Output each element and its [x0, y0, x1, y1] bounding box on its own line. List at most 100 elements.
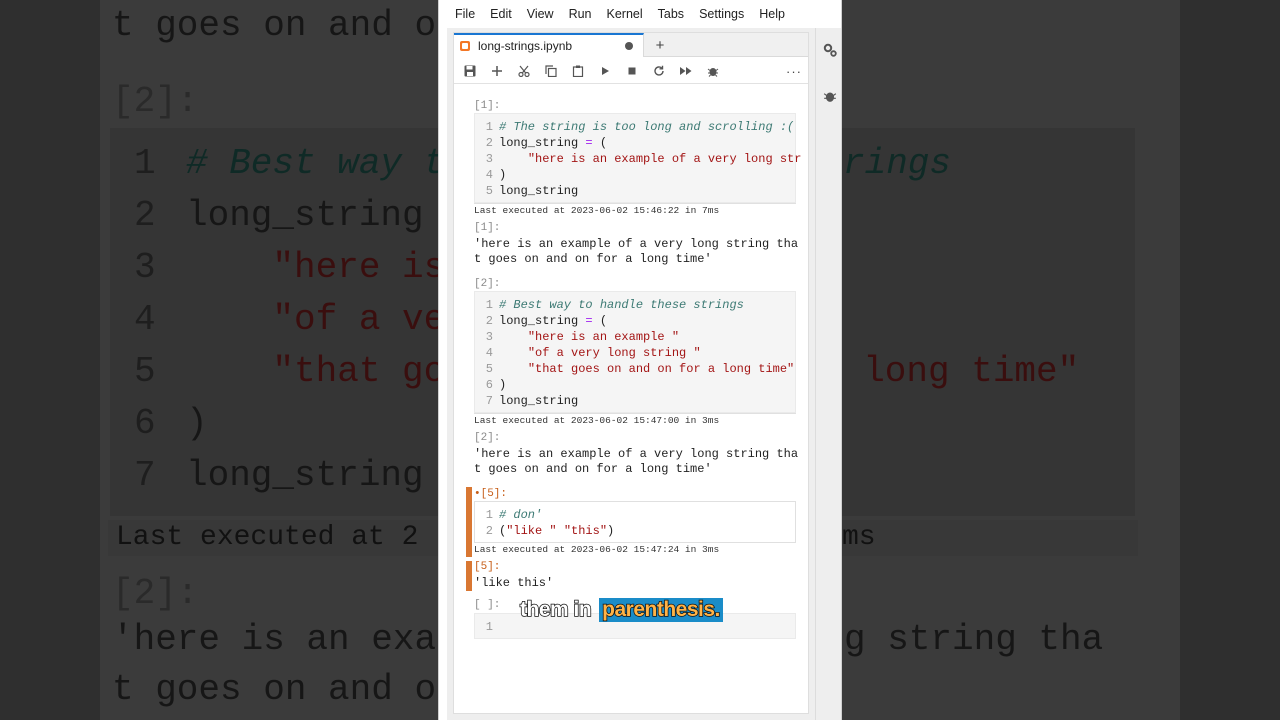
code-token: # don'	[499, 508, 543, 522]
code-line: 2 long_string = (	[475, 135, 607, 151]
background-output-line1-left: 'here is an exa	[112, 619, 437, 660]
menu-settings[interactable]: Settings	[699, 7, 744, 21]
code-token: long_string	[499, 184, 579, 198]
code-token: )	[607, 524, 615, 538]
cell-output-prompt: [5]:	[474, 561, 501, 573]
code-line: 1 # Best way to handle these strings	[475, 297, 744, 313]
code-editor[interactable]: 1 # Best way to handle these strings 2 long…	[474, 291, 796, 413]
line-number: 1	[485, 298, 493, 312]
code-line: 1 # The string is too long and scrolling …	[475, 119, 794, 135]
background-line-number: 5	[134, 351, 156, 392]
debug-icon	[707, 68, 719, 77]
add-cell-button[interactable]	[488, 62, 506, 80]
background-top-line: t goes on and o	[112, 5, 437, 46]
copy-button[interactable]	[542, 62, 560, 80]
stop-icon	[628, 67, 636, 75]
active-output-indicator	[466, 561, 472, 591]
debug-button[interactable]	[704, 62, 722, 80]
gears-icon	[823, 43, 837, 57]
background-line-number: 3	[134, 247, 156, 288]
code-line: 6)	[475, 377, 506, 393]
background-line-number: 7	[134, 455, 156, 496]
background-out-prompt: [2]:	[112, 573, 199, 614]
background-code-text: long_string	[186, 455, 424, 496]
background-code-text: long_string	[186, 195, 424, 236]
new-tab-button[interactable]: +	[650, 35, 670, 55]
code-token: "of a very long string "	[527, 346, 701, 360]
line-number: 3	[485, 330, 493, 344]
menu-run[interactable]: Run	[569, 7, 592, 21]
line-number: 5	[485, 362, 493, 376]
code-line: 7 long_string	[475, 393, 578, 409]
background-left-edge	[0, 0, 100, 720]
caption-highlight: parenthesis.	[599, 597, 723, 622]
line-number: 4	[485, 346, 493, 360]
run-all-button[interactable]	[677, 62, 695, 80]
background-code-text: # Best way t	[186, 143, 446, 184]
code-token: "this"	[563, 524, 608, 538]
code-line: 1 # don'	[475, 507, 542, 523]
code-line: 4 "of a very long string "	[475, 345, 701, 361]
execution-time: Last executed at 2023-06-02 15:47:00 in …	[474, 413, 796, 427]
background-code-text: "that go	[186, 351, 446, 392]
line-number: 1	[485, 120, 493, 134]
property-inspector-button[interactable]	[820, 40, 840, 60]
code-token: (	[592, 314, 608, 328]
cell-output: 'here is an example of a very long strin…	[474, 237, 799, 266]
code-token: "that goes on and on for a long time"	[527, 362, 795, 376]
tab-bar: long-strings.ipynb +	[454, 33, 808, 57]
caption-text: them in	[519, 597, 592, 622]
cut-button[interactable]	[515, 62, 533, 80]
background-output-line2-left: t goes on and o	[112, 669, 437, 710]
line-number: 2	[485, 314, 493, 328]
code-token: long_string	[499, 394, 579, 408]
background-right-edge	[1180, 0, 1280, 720]
notebook-toolbar: ···	[454, 58, 808, 84]
unsaved-dot-icon[interactable]	[625, 42, 633, 50]
background-code-text: "of a ve	[186, 299, 446, 340]
cell-input-prompt: •[5]:	[474, 488, 508, 500]
background-output-line1-right: g string tha	[844, 619, 1104, 660]
code-token: # Best way to handle these strings	[499, 298, 744, 312]
stop-button[interactable]	[623, 62, 641, 80]
run-icon	[602, 67, 609, 75]
background-meta-right: ms	[842, 522, 876, 553]
menu-file[interactable]: File	[455, 7, 475, 21]
code-editor[interactable]: 1 # don' 2 ("like " "this")	[474, 501, 796, 543]
code-line: 4)	[475, 167, 506, 183]
line-number: 2	[485, 136, 493, 150]
code-token: "here is an example of a very long str	[527, 152, 802, 166]
menu-edit[interactable]: Edit	[490, 7, 512, 21]
tab-notebook[interactable]: long-strings.ipynb	[454, 33, 644, 57]
code-token: (	[592, 136, 608, 150]
background-prompt: [2]:	[112, 81, 199, 122]
execution-time: Last executed at 2023-06-02 15:46:22 in …	[474, 203, 796, 217]
code-line: 1	[475, 619, 499, 635]
restart-icon	[654, 65, 664, 76]
right-sidebar	[815, 28, 841, 720]
menu-tabs[interactable]: Tabs	[658, 7, 684, 21]
restart-button[interactable]	[650, 62, 668, 80]
code-line: 3 "here is an example "	[475, 329, 679, 345]
background-meta-left: Last executed at 2	[116, 522, 419, 553]
cell-input-prompt: [1]:	[474, 100, 501, 112]
code-token: =	[585, 314, 593, 328]
tab-title: long-strings.ipynb	[478, 39, 573, 53]
code-editor[interactable]: 1 # The string is too long and scrolling …	[474, 113, 801, 203]
cell-output-prompt: [2]:	[474, 432, 501, 444]
run-button[interactable]	[596, 62, 614, 80]
menu-kernel[interactable]: Kernel	[607, 7, 643, 21]
menu-help[interactable]: Help	[759, 7, 785, 21]
save-button[interactable]	[461, 62, 479, 80]
video-caption: them in parenthesis.	[519, 596, 723, 624]
debugger-panel-button[interactable]	[820, 86, 840, 106]
code-token: "like "	[506, 524, 557, 538]
paste-button[interactable]	[569, 62, 587, 80]
line-number: 7	[485, 394, 493, 408]
code-line: 3 "here is an example of a very long str	[475, 151, 802, 167]
code-token: )	[499, 378, 507, 392]
background-line-number: 1	[134, 143, 156, 184]
more-button[interactable]: ···	[784, 62, 804, 80]
menu-view[interactable]: View	[527, 7, 554, 21]
